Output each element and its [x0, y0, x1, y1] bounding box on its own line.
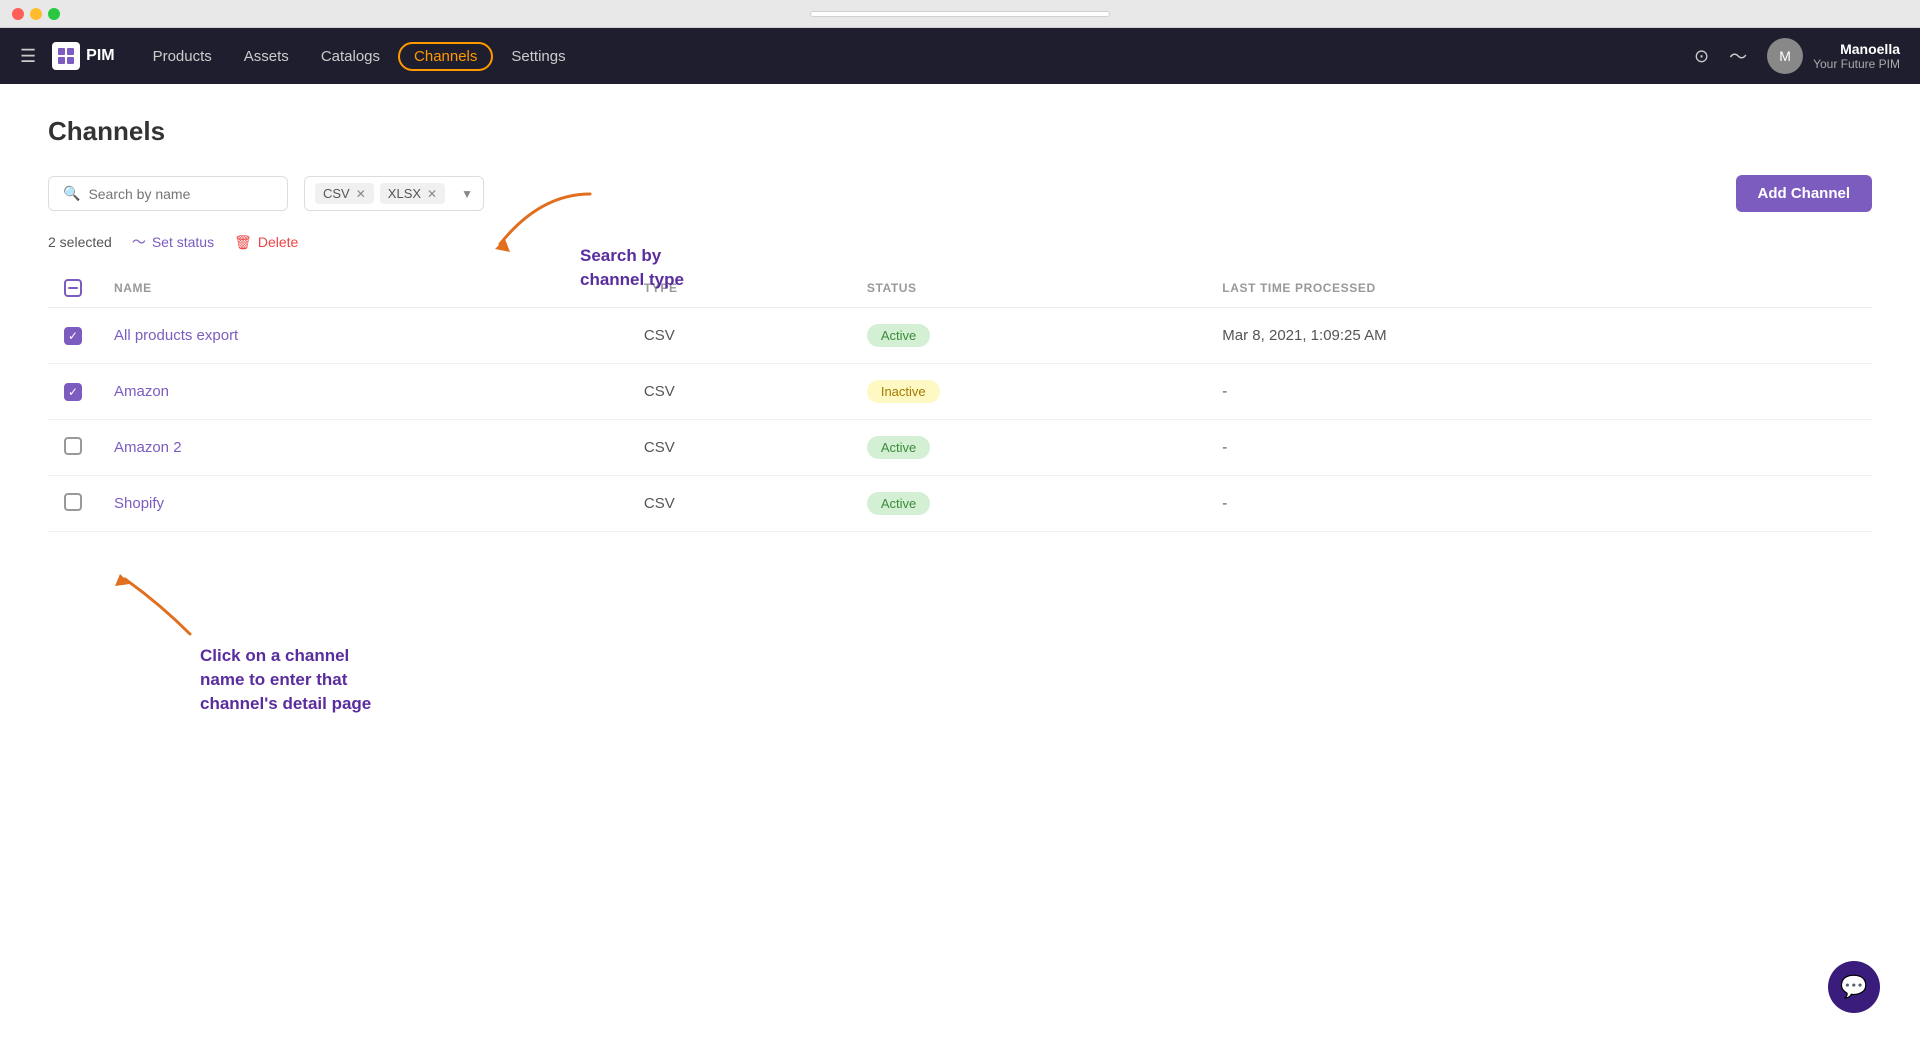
filter-tag-xlsx[interactable]: XLSX ✕	[380, 183, 445, 204]
analytics-icon[interactable]: 〜	[1729, 43, 1747, 69]
selection-count: 2 selected	[48, 234, 112, 250]
delete-icon: 🗑	[234, 234, 252, 251]
row-4-type: CSV	[628, 476, 851, 532]
search-box[interactable]: 🔍	[48, 176, 288, 211]
toolbar: 🔍 CSV ✕ XLSX ✕ ▼ Add Channel	[48, 175, 1872, 212]
annotation-search-type: Search bychannel type	[580, 244, 684, 292]
row-4-status: Active	[851, 476, 1206, 532]
help-icon[interactable]: ⊙	[1694, 46, 1709, 67]
table-row: Amazon 2 CSV Active -	[48, 420, 1872, 476]
row-2-last-processed: -	[1206, 364, 1872, 420]
search-icon: 🔍	[63, 185, 80, 202]
channels-table: NAME TYPE STATUS LAST TIME PROCESSED All…	[48, 268, 1872, 532]
row-3-checkbox[interactable]	[64, 437, 82, 455]
chat-bubble[interactable]: 💬	[1828, 961, 1880, 1013]
user-subtitle: Your Future PIM	[1813, 57, 1900, 71]
set-status-icon: 〜	[132, 232, 146, 252]
topbar-right: ⊙ 〜 M Manoella Your Future PIM	[1694, 38, 1900, 74]
row-3-name[interactable]: Amazon 2	[98, 420, 628, 476]
select-all-checkbox[interactable]	[64, 279, 82, 297]
filter-dropdown-icon[interactable]: ▼	[461, 187, 473, 201]
logo: PIM	[52, 42, 114, 70]
hamburger-menu[interactable]: ☰	[20, 46, 36, 67]
status-badge-active: Active	[867, 324, 930, 347]
filter-tag-csv[interactable]: CSV ✕	[315, 183, 374, 204]
set-status-button[interactable]: 〜 Set status	[132, 232, 214, 252]
row-4-last-processed: -	[1206, 476, 1872, 532]
filter-tag-xlsx-label: XLSX	[388, 186, 421, 201]
nav-assets[interactable]: Assets	[230, 42, 303, 71]
row-2-checkbox[interactable]	[64, 383, 82, 401]
col-checkbox	[48, 268, 98, 308]
row-4-checkbox[interactable]	[64, 493, 82, 511]
row-3-status: Active	[851, 420, 1206, 476]
add-channel-button[interactable]: Add Channel	[1736, 175, 1873, 212]
annotation-arrow-1	[480, 184, 600, 264]
row-checkbox-cell[interactable]	[48, 476, 98, 532]
table-body: All products export CSV Active Mar 8, 20…	[48, 308, 1872, 532]
row-checkbox-cell[interactable]	[48, 364, 98, 420]
col-name: NAME	[98, 268, 628, 308]
main-nav: Products Assets Catalogs Channels Settin…	[139, 42, 1686, 71]
nav-settings[interactable]: Settings	[497, 42, 579, 71]
main-content: Channels 🔍 CSV ✕ XLSX ✕ ▼ Add Channel 2 …	[0, 84, 1920, 1045]
minimize-button[interactable]	[30, 8, 42, 20]
nav-catalogs[interactable]: Catalogs	[307, 42, 394, 71]
annotation-click-channel: Click on a channelname to enter thatchan…	[200, 644, 371, 715]
filter-tag-csv-close[interactable]: ✕	[356, 187, 366, 201]
row-2-name[interactable]: Amazon	[98, 364, 628, 420]
status-badge-inactive: Inactive	[867, 380, 940, 403]
row-2-type: CSV	[628, 364, 851, 420]
nav-products[interactable]: Products	[139, 42, 226, 71]
user-name: Manoella	[1813, 41, 1900, 57]
row-3-type: CSV	[628, 420, 851, 476]
col-status: STATUS	[851, 268, 1206, 308]
row-1-last-processed: Mar 8, 2021, 1:09:25 AM	[1206, 308, 1872, 364]
window-chrome	[0, 0, 1920, 28]
user-menu[interactable]: M Manoella Your Future PIM	[1767, 38, 1900, 74]
page-title: Channels	[48, 116, 1872, 147]
row-4-name[interactable]: Shopify	[98, 476, 628, 532]
row-2-status: Inactive	[851, 364, 1206, 420]
row-1-type: CSV	[628, 308, 851, 364]
delete-label: Delete	[258, 234, 298, 250]
col-last-processed: LAST TIME PROCESSED	[1206, 268, 1872, 308]
selection-toolbar: 2 selected 〜 Set status 🗑 Delete	[48, 232, 1872, 252]
logo-text: PIM	[86, 47, 114, 65]
row-checkbox-cell[interactable]	[48, 308, 98, 364]
topbar: ☰ PIM Products Assets Catalogs Channels …	[0, 28, 1920, 84]
annotation-arrow-2	[110, 564, 210, 644]
status-badge-active: Active	[867, 436, 930, 459]
row-1-name[interactable]: All products export	[98, 308, 628, 364]
table-header: NAME TYPE STATUS LAST TIME PROCESSED	[48, 268, 1872, 308]
set-status-label: Set status	[152, 234, 214, 250]
maximize-button[interactable]	[48, 8, 60, 20]
url-bar[interactable]	[810, 11, 1110, 17]
filter-tag-xlsx-close[interactable]: ✕	[427, 187, 437, 201]
row-checkbox-cell[interactable]	[48, 420, 98, 476]
search-input[interactable]	[88, 186, 268, 202]
user-info: Manoella Your Future PIM	[1813, 41, 1900, 71]
table-row: Shopify CSV Active -	[48, 476, 1872, 532]
logo-icon	[52, 42, 80, 70]
annotation-click-channel-text: Click on a channelname to enter thatchan…	[200, 644, 371, 715]
filter-box[interactable]: CSV ✕ XLSX ✕ ▼	[304, 176, 484, 211]
table-row: All products export CSV Active Mar 8, 20…	[48, 308, 1872, 364]
table-row: Amazon CSV Inactive -	[48, 364, 1872, 420]
filter-tag-csv-label: CSV	[323, 186, 350, 201]
nav-channels[interactable]: Channels	[398, 42, 493, 71]
avatar: M	[1767, 38, 1803, 74]
close-button[interactable]	[12, 8, 24, 20]
row-1-checkbox[interactable]	[64, 327, 82, 345]
row-1-status: Active	[851, 308, 1206, 364]
status-badge-active: Active	[867, 492, 930, 515]
row-3-last-processed: -	[1206, 420, 1872, 476]
delete-button[interactable]: 🗑 Delete	[234, 234, 298, 251]
